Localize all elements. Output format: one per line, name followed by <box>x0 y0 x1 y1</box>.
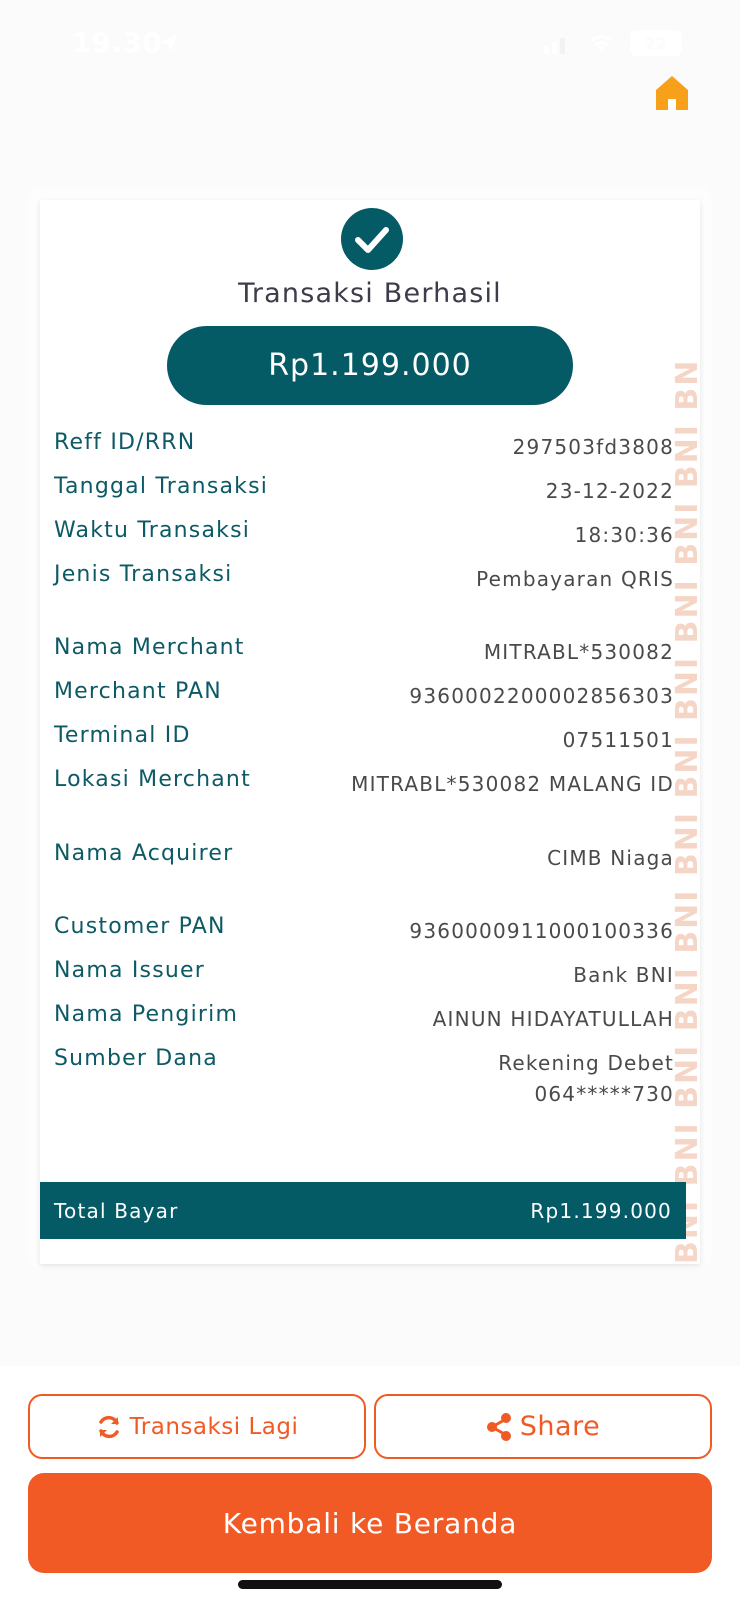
signal-icon <box>544 38 565 54</box>
detail-label: Sumber Dana <box>54 1046 218 1071</box>
back-to-home-label: Kembali ke Beranda <box>222 1506 518 1540</box>
share-label: Share <box>519 1411 601 1442</box>
battery-indicator: 22 <box>630 30 682 56</box>
detail-value: MITRABL*530082 <box>483 640 674 664</box>
detail-value: Rekening Debet 064*****730 <box>498 1051 674 1106</box>
total-value: Rp1.199.000 <box>530 1198 672 1223</box>
detail-value: 297503fd3808 <box>512 435 674 459</box>
detail-label: Nama Pengirim <box>54 1002 239 1027</box>
total-label: Total Bayar <box>54 1198 179 1223</box>
detail-label: Waktu Transaksi <box>54 518 251 543</box>
bottom-action-area: Transaksi Lagi Share Kembali ke Beranda <box>0 1366 740 1600</box>
amount-badge: Rp1.199.000 <box>167 326 573 405</box>
detail-label: Jenis Transaksi <box>54 562 233 587</box>
detail-value: 9360002200002856303 <box>409 684 674 708</box>
share-icon <box>486 1412 511 1441</box>
detail-value: 18:30:36 <box>574 523 674 547</box>
status-indicators: 22 <box>542 30 682 56</box>
status-time: 19.30 <box>72 28 163 59</box>
detail-label: Merchant PAN <box>54 679 222 704</box>
location-arrow-icon <box>160 34 178 52</box>
receipt-card: BNI BNI BNI BNI BNI BNI BNI BNI BNI BNI … <box>40 200 700 1264</box>
home-icon[interactable] <box>654 74 690 112</box>
transaction-status-title: Transaksi Berhasil <box>238 278 502 309</box>
detail-value: MITRABL*530082 MALANG ID <box>351 772 674 796</box>
detail-label: Nama Merchant <box>54 635 245 660</box>
home-indicator <box>238 1580 502 1589</box>
detail-value: 23-12-2022 <box>545 479 674 503</box>
check-circle-icon <box>341 208 403 270</box>
detail-label: Nama Issuer <box>54 958 205 983</box>
detail-value: CIMB Niaga <box>547 846 674 870</box>
detail-value: 07511501 <box>562 728 674 752</box>
back-to-home-button[interactable]: Kembali ke Beranda <box>28 1473 712 1573</box>
refresh-icon <box>98 1415 119 1438</box>
status-bar: 19.30 22 <box>0 0 740 90</box>
amount-value: Rp1.199.000 <box>268 348 472 383</box>
transaction-again-button[interactable]: Transaksi Lagi <box>28 1394 366 1459</box>
detail-label: Customer PAN <box>54 914 226 939</box>
detail-label: Nama Acquirer <box>54 841 234 866</box>
detail-label: Reff ID/RRN <box>54 430 196 455</box>
share-button[interactable]: Share <box>374 1394 712 1459</box>
total-payment-bar: Total Bayar Rp1.199.000 <box>40 1182 686 1239</box>
detail-label: Terminal ID <box>54 723 191 748</box>
detail-value: Pembayaran QRIS <box>476 567 674 591</box>
transaction-again-label: Transaksi Lagi <box>129 1413 299 1440</box>
wifi-icon <box>589 35 613 52</box>
detail-value: AINUN HIDAYATULLAH <box>432 1007 674 1031</box>
detail-label: Tanggal Transaksi <box>54 474 269 499</box>
detail-label: Lokasi Merchant <box>54 767 251 792</box>
watermark-text: BNI BNI BNI BNI BNI BNI BNI BNI BNI BNI … <box>670 358 700 1264</box>
detail-value: Bank BNI <box>573 963 674 987</box>
detail-value: 9360000911000100336 <box>409 919 674 943</box>
